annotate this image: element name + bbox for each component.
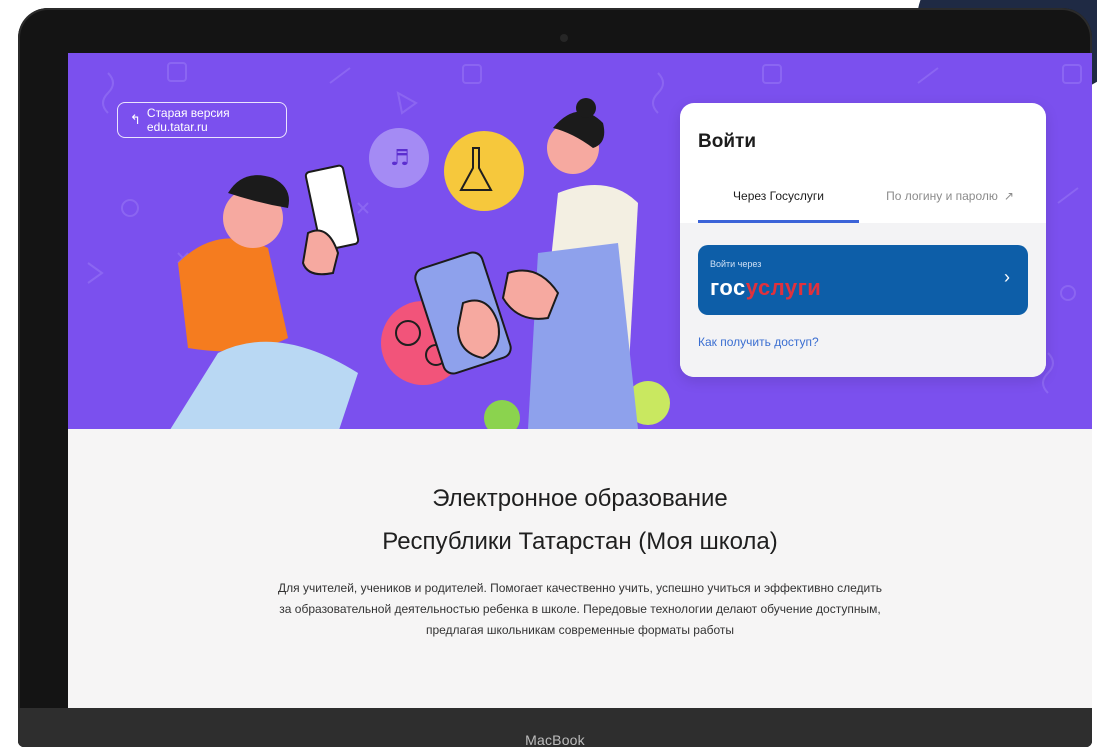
description-line-1: Для учителей, учеников и родителей. Помо… [277,581,882,595]
tab-gosuslugi-label: Через Госуслуги [733,189,824,203]
old-version-link[interactable]: ↰ Старая версия edu.tatar.ru [117,102,287,138]
laptop-frame: ♬ ↰ Старая версия edu.tatar.ru Войти Чер… [18,8,1092,748]
description-line-2: за образовательной деятельностью ребенка… [279,602,881,616]
tab-gosuslugi[interactable]: Через Госуслуги [698,185,859,223]
how-to-get-access-link[interactable]: Как получить доступ? [698,335,819,349]
tab-login-password-label: По логину и паролю [886,189,998,203]
headline-line-1: Электронное образование [432,485,728,512]
gosuslugi-logo-part2: услуги [745,275,822,300]
description: Для учителей, учеников и родителей. Помо… [264,578,896,641]
camera-dot [560,34,568,42]
login-tabs: Через Госуслуги По логину и паролю ↗ [680,185,1046,223]
screen: ♬ ↰ Старая версия edu.tatar.ru Войти Чер… [68,53,1092,708]
old-version-label: Старая версия edu.tatar.ru [146,106,230,134]
headline-line-2: Республики Татарстан (Моя школа) [382,528,778,555]
hero-banner: ♬ ↰ Старая версия edu.tatar.ru Войти Чер… [68,53,1092,429]
login-title: Войти [698,131,756,152]
gosuslugi-logo-part1: гос [710,275,746,300]
description-line-3: предлагая школьникам современные форматы… [425,623,735,637]
macbook-label: MacBook [525,732,585,748]
chevron-right-icon: › [1004,267,1010,287]
login-card: Войти Через Госуслуги По логину и паролю… [680,103,1046,377]
tab-login-password[interactable]: По логину и паролю ↗ [870,185,1030,223]
gosuslugi-login-button[interactable]: Войти через госуслуги › [698,245,1028,315]
gosuslugi-small-label: Войти через [710,259,762,269]
back-arrow-icon: ↰ [130,112,141,127]
gosuslugi-logo: госуслуги [710,275,821,301]
svg-text:♬: ♬ [390,146,410,171]
external-arrow-icon: ↗ [1003,189,1014,203]
